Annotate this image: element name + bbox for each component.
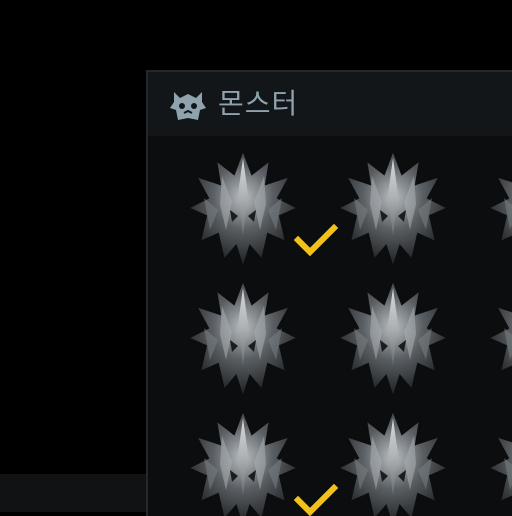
monster-slot[interactable] — [178, 276, 308, 401]
monster-head-icon — [178, 406, 308, 516]
monster-slot[interactable] — [328, 276, 458, 401]
monster-head-icon — [178, 146, 308, 271]
monster-skull-icon — [170, 92, 206, 120]
monster-panel: 몬스터 — [146, 70, 512, 516]
monster-head-icon — [328, 146, 458, 271]
monster-slot[interactable] — [178, 146, 338, 271]
monster-slot[interactable] — [328, 406, 458, 516]
monster-head-icon — [478, 406, 512, 516]
monster-head-icon — [328, 406, 458, 516]
panel-header: 몬스터 — [148, 72, 512, 137]
bottom-left-strip — [0, 474, 148, 512]
monster-grid — [148, 136, 512, 516]
panel-title: 몬스터 — [218, 87, 299, 120]
monster-head-icon — [478, 146, 512, 271]
monster-slot[interactable] — [478, 276, 512, 401]
monster-head-icon — [478, 276, 512, 401]
monster-slot[interactable] — [478, 406, 512, 516]
monster-head-icon — [178, 276, 308, 401]
monster-head-icon — [328, 276, 458, 401]
monster-slot[interactable] — [178, 406, 338, 516]
monster-slot[interactable] — [478, 146, 512, 271]
monster-slot[interactable] — [328, 146, 458, 271]
